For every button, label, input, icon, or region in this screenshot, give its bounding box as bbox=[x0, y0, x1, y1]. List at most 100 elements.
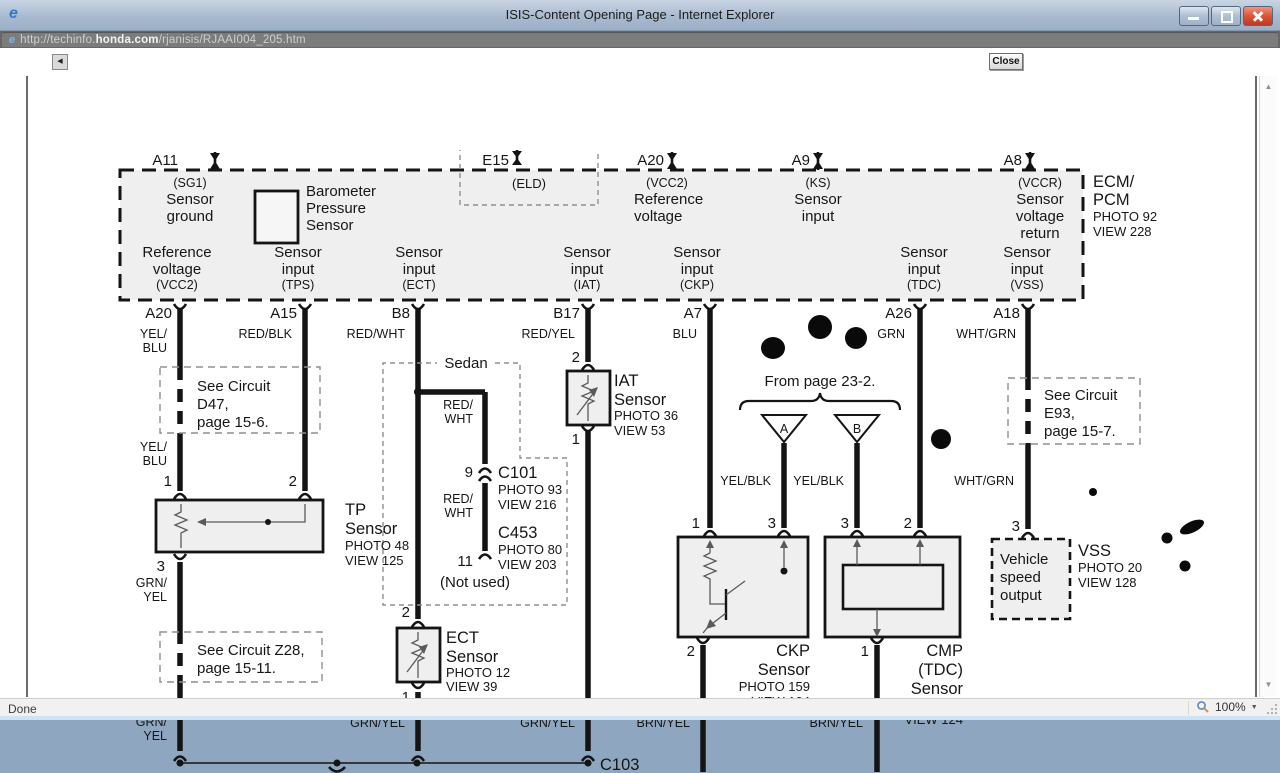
tp-name: TP bbox=[345, 501, 366, 519]
svg-text:input: input bbox=[403, 261, 436, 278]
svg-text:Sensor: Sensor bbox=[1016, 191, 1064, 208]
svg-text:BLU: BLU bbox=[143, 454, 167, 468]
zoom-caret-icon: ▼ bbox=[1251, 704, 1258, 711]
c101-photo-link[interactable]: PHOTO 93 bbox=[498, 482, 562, 497]
svg-text:D47,: D47, bbox=[197, 396, 229, 413]
iat-view-link[interactable]: VIEW 53 bbox=[614, 423, 665, 438]
ckp-name: CKP bbox=[776, 642, 810, 660]
iat-pin1: 1 bbox=[572, 431, 580, 448]
pin-label-a26: A26 bbox=[885, 305, 912, 322]
svg-text:(ECT): (ECT) bbox=[402, 278, 435, 292]
minimize-icon bbox=[1188, 17, 1199, 20]
ckp-sensor-box bbox=[678, 537, 808, 637]
iat-pin2: 2 bbox=[572, 349, 580, 366]
not-used-label: (Not used) bbox=[440, 574, 510, 591]
svg-text:YEL/BLK: YEL/BLK bbox=[793, 474, 844, 488]
note-e93: See Circuit bbox=[1044, 387, 1118, 404]
svg-text:Reference: Reference bbox=[142, 244, 211, 261]
svg-text:BLU: BLU bbox=[673, 327, 697, 341]
tp-pin1: 1 bbox=[164, 473, 172, 490]
pin-label-e15: E15 bbox=[482, 152, 509, 169]
note-d47: See Circuit bbox=[197, 378, 271, 395]
svg-text:Sensor: Sensor bbox=[166, 191, 214, 208]
ect-photo-link[interactable]: PHOTO 12 bbox=[446, 665, 510, 680]
tp-view-link[interactable]: VIEW 125 bbox=[345, 553, 404, 568]
svg-text:YEL: YEL bbox=[143, 729, 167, 743]
iat-photo-link[interactable]: PHOTO 36 bbox=[614, 408, 678, 423]
title-bar[interactable]: e ISIS-Content Opening Page - Internet E… bbox=[0, 0, 1280, 31]
ks-label: (KS) bbox=[806, 176, 831, 190]
svg-text:(VCC2): (VCC2) bbox=[156, 278, 198, 292]
svg-text:WHT/GRN: WHT/GRN bbox=[954, 474, 1014, 488]
pin-label-a15: A15 bbox=[270, 305, 297, 322]
svg-text:PCM: PCM bbox=[1093, 191, 1130, 209]
back-button[interactable]: ◀ bbox=[52, 54, 68, 70]
close-window-button[interactable] bbox=[1243, 6, 1273, 26]
ckp-photo-link[interactable]: PHOTO 159 bbox=[739, 679, 810, 694]
tp-pin3: 3 bbox=[157, 558, 165, 575]
svg-text:speed: speed bbox=[1000, 569, 1041, 586]
pin-label-a8: A8 bbox=[1004, 152, 1022, 169]
c453-pin: 11 bbox=[457, 553, 473, 570]
svg-text:Sensor: Sensor bbox=[563, 244, 611, 261]
barometer-label: Barometer bbox=[306, 183, 376, 200]
c101-name: C101 bbox=[498, 464, 537, 482]
c453-photo-link[interactable]: PHOTO 80 bbox=[498, 542, 562, 557]
svg-text:RED/WHT: RED/WHT bbox=[347, 327, 406, 341]
ecm-view-link[interactable]: VIEW 228 bbox=[1093, 224, 1152, 239]
svg-text:YEL/: YEL/ bbox=[140, 327, 168, 341]
ie-page-icon: e bbox=[9, 34, 15, 46]
triangle-b-label: B bbox=[853, 422, 861, 436]
ie-window: e ISIS-Content Opening Page - Internet E… bbox=[0, 0, 1280, 720]
maximize-icon bbox=[1221, 11, 1233, 23]
c101-view-link[interactable]: VIEW 216 bbox=[498, 497, 557, 512]
brace bbox=[740, 393, 900, 410]
c453-view-link[interactable]: VIEW 203 bbox=[498, 557, 557, 572]
svg-text:input: input bbox=[802, 208, 835, 225]
svg-text:(VSS): (VSS) bbox=[1010, 278, 1043, 292]
svg-text:voltage: voltage bbox=[1016, 208, 1064, 225]
status-separator bbox=[1188, 701, 1189, 715]
pin-label-a7: A7 bbox=[684, 305, 702, 322]
zoom-control[interactable]: 100% ▼ bbox=[1196, 700, 1258, 714]
pin-label-a20: A20 bbox=[145, 305, 172, 322]
svg-text:Sensor: Sensor bbox=[395, 244, 443, 261]
svg-text:page 15-7.: page 15-7. bbox=[1044, 423, 1116, 440]
svg-text:Sensor: Sensor bbox=[900, 244, 948, 261]
wiring-diagram: A11 E15 A20 A9 A8 (ELD) (SG1) Sensor gro… bbox=[0, 150, 1280, 773]
ecm-name: ECM/ bbox=[1093, 173, 1135, 191]
pin-label-a20-top: A20 bbox=[637, 152, 664, 169]
pin-label-a11: A11 bbox=[152, 152, 178, 169]
svg-text:input: input bbox=[571, 261, 604, 278]
vss-photo-link[interactable]: PHOTO 20 bbox=[1078, 560, 1142, 575]
svg-text:Reference: Reference bbox=[634, 191, 703, 208]
svg-text:input: input bbox=[282, 261, 315, 278]
scroll-down-icon[interactable]: ▼ bbox=[1260, 680, 1277, 689]
resize-grip[interactable] bbox=[1275, 712, 1277, 714]
tp-photo-link[interactable]: PHOTO 48 bbox=[345, 538, 409, 553]
ect-pin2: 2 bbox=[402, 604, 410, 621]
scroll-up-icon[interactable]: ▲ bbox=[1260, 82, 1277, 91]
svg-text:(CKP): (CKP) bbox=[680, 278, 714, 292]
vss-view-link[interactable]: VIEW 128 bbox=[1078, 575, 1137, 590]
svg-text:input: input bbox=[681, 261, 714, 278]
ect-view-link[interactable]: VIEW 39 bbox=[446, 679, 497, 694]
svg-text:RED/YEL: RED/YEL bbox=[522, 327, 576, 341]
vccr-label: (VCCR) bbox=[1018, 176, 1062, 190]
ckp-pin3: 3 bbox=[768, 515, 776, 532]
maximize-button[interactable] bbox=[1211, 6, 1241, 26]
cmp-inner-box bbox=[843, 565, 943, 609]
vss-name: VSS bbox=[1078, 542, 1111, 560]
svg-text:BLU: BLU bbox=[143, 341, 167, 355]
ckp-pin2: 2 bbox=[687, 643, 695, 660]
toolbar: ◀ Close bbox=[0, 48, 1280, 76]
ecm-photo-link[interactable]: PHOTO 92 bbox=[1093, 209, 1157, 224]
url-field[interactable]: e http://techinfo.honda.com/rjanisis/RJA… bbox=[2, 32, 1278, 47]
close-button[interactable]: Close bbox=[989, 53, 1023, 70]
svg-text:Sensor: Sensor bbox=[673, 244, 721, 261]
minimize-button[interactable] bbox=[1179, 6, 1209, 26]
frame-border-right bbox=[1255, 76, 1257, 697]
url-text: http://techinfo.honda.com/rjanisis/RJAAI… bbox=[20, 34, 306, 46]
svg-text:(TDC): (TDC) bbox=[918, 661, 963, 679]
vertical-scrollbar[interactable]: ▲ ▼ bbox=[1259, 76, 1277, 697]
